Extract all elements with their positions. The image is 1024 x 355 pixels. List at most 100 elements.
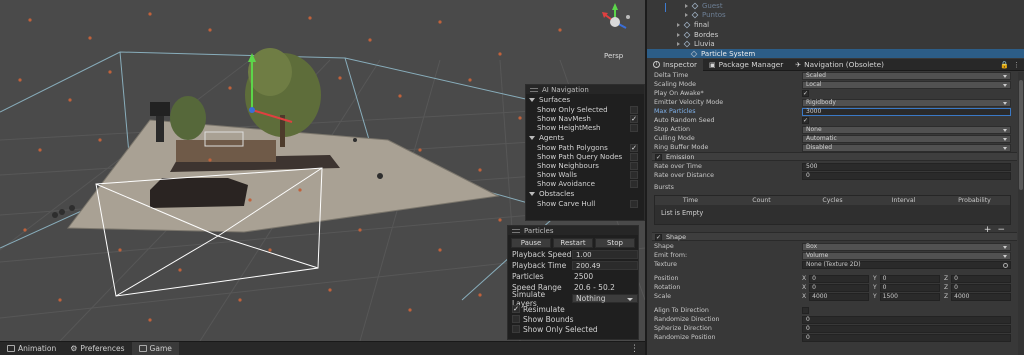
resimulate-option[interactable]: ✓ Resimulate xyxy=(508,304,638,314)
show-navmesh-option[interactable]: Show NavMesh ✓ xyxy=(526,114,644,123)
rotation-z-field[interactable]: 0 xyxy=(951,284,1011,292)
hierarchy-item[interactable]: Guest xyxy=(685,1,723,10)
restart-button[interactable]: Restart xyxy=(553,238,593,248)
hierarchy-item[interactable]: final xyxy=(677,20,709,29)
section-obstacles[interactable]: Obstacles xyxy=(526,188,644,199)
culling-mode-dropdown[interactable]: Automatic xyxy=(802,135,1011,143)
expand-arrow-icon[interactable] xyxy=(685,3,688,8)
emission-module-header[interactable]: ✓ Emission xyxy=(652,152,1017,161)
scale-y-field[interactable]: 1500 xyxy=(879,293,940,301)
emission-enabled-checkbox[interactable]: ✓ xyxy=(655,154,662,161)
show-path-query-nodes-option[interactable]: Show Path Query Nodes xyxy=(526,152,644,161)
delta-time-dropdown[interactable]: Scaled xyxy=(802,72,1011,80)
show-bounds-option[interactable]: Show Bounds xyxy=(508,314,638,324)
expand-arrow-icon[interactable] xyxy=(685,12,688,17)
simulate-layers-dropdown[interactable]: Nothing xyxy=(572,294,638,303)
scale-z-field[interactable]: 4000 xyxy=(951,293,1011,301)
play-on-awake-checkbox[interactable]: ✓ xyxy=(802,90,809,97)
section-agents[interactable]: Agents xyxy=(526,132,644,143)
stop-button[interactable]: Stop xyxy=(595,238,635,248)
hierarchy-item-selected[interactable]: Particle System xyxy=(647,49,1024,58)
stop-action-dropdown[interactable]: None xyxy=(802,126,1011,134)
checkbox-checked[interactable]: ✓ xyxy=(512,305,520,313)
randomize-direction-field[interactable]: 0 xyxy=(802,316,1011,324)
rate-over-distance-field[interactable]: 0 xyxy=(802,172,1011,180)
rotation-x-field[interactable]: 0 xyxy=(809,284,869,292)
ring-buffer-mode-row: Ring Buffer Mode Disabled xyxy=(653,144,1017,152)
checkbox[interactable] xyxy=(630,162,638,170)
show-avoidance-option[interactable]: Show Avoidance xyxy=(526,179,644,188)
scale-x-field[interactable]: 4000 xyxy=(809,293,869,301)
checkbox[interactable] xyxy=(630,200,638,208)
texture-field[interactable]: None (Texture 2D) xyxy=(802,261,1011,269)
ring-buffer-mode-dropdown[interactable]: Disabled xyxy=(802,144,1011,152)
emit-from-dropdown[interactable]: Volume xyxy=(802,252,1011,260)
checkbox-checked[interactable]: ✓ xyxy=(630,115,638,123)
position-z-field[interactable]: 0 xyxy=(951,275,1011,283)
more-options-icon[interactable]: ⋮ xyxy=(1013,61,1020,69)
section-surfaces[interactable]: Surfaces xyxy=(526,94,644,105)
checkbox[interactable] xyxy=(630,171,638,179)
show-heightmesh-option[interactable]: Show HeightMesh xyxy=(526,123,644,132)
scene-view[interactable]: Persp AI Navigation Surfaces Show Only S… xyxy=(0,0,645,341)
more-options-icon[interactable]: ⋮ xyxy=(630,344,639,354)
tab-preferences[interactable]: ⚙ Preferences xyxy=(63,342,131,355)
checkbox[interactable] xyxy=(512,315,520,323)
scrollbar-thumb[interactable] xyxy=(1019,80,1023,190)
tab-navigation[interactable]: ✈ Navigation (Obsolete) xyxy=(789,59,890,71)
tab-package-manager[interactable]: ▣ Package Manager xyxy=(703,59,789,71)
show-walls-option[interactable]: Show Walls xyxy=(526,170,644,179)
field-label: Scale xyxy=(654,293,671,300)
max-particles-field[interactable]: 3000 xyxy=(802,108,1011,116)
checkbox[interactable] xyxy=(630,180,638,188)
shape-module-header[interactable]: ✓ Shape xyxy=(652,232,1017,241)
hierarchy-item[interactable]: Lluvia xyxy=(677,39,715,48)
drag-handle-icon[interactable] xyxy=(512,228,520,233)
particles-title-bar[interactable]: Particles xyxy=(508,226,638,235)
expand-arrow-icon[interactable] xyxy=(677,22,680,27)
rotation-y-field[interactable]: 0 xyxy=(879,284,940,292)
hierarchy-item[interactable]: Puntos xyxy=(685,10,726,19)
particle-controls: Pause Restart Stop xyxy=(508,235,638,249)
show-carve-hull-option[interactable]: Show Carve Hull xyxy=(526,199,644,208)
module-title: Shape xyxy=(666,233,687,241)
lock-icon[interactable]: 🔒 xyxy=(1000,61,1009,69)
expand-arrow-icon[interactable] xyxy=(677,41,680,46)
playback-speed-field[interactable]: 1.00 xyxy=(572,250,638,259)
checkbox[interactable] xyxy=(630,153,638,161)
spherize-direction-field[interactable]: 0 xyxy=(802,325,1011,333)
auto-random-seed-checkbox[interactable]: ✓ xyxy=(802,117,809,124)
scaling-mode-dropdown[interactable]: Local xyxy=(802,81,1011,89)
field-label: Stop Action xyxy=(654,126,691,133)
tab-animation[interactable]: Animation xyxy=(0,342,63,355)
checkbox-checked[interactable]: ✓ xyxy=(630,144,638,152)
shape-enabled-checkbox[interactable]: ✓ xyxy=(655,234,662,241)
checkbox[interactable] xyxy=(630,106,638,114)
show-only-selected-particles-option[interactable]: Show Only Selected xyxy=(508,324,638,334)
checkbox[interactable] xyxy=(512,325,520,333)
rate-over-time-field[interactable]: 500 xyxy=(802,163,1011,171)
align-to-direction-checkbox[interactable] xyxy=(802,307,809,314)
show-only-selected-option[interactable]: Show Only Selected xyxy=(526,105,644,114)
show-neighbours-option[interactable]: Show Neighbours xyxy=(526,161,644,170)
expand-arrow-icon[interactable] xyxy=(677,32,680,37)
drag-handle-icon[interactable] xyxy=(530,87,538,92)
tab-game[interactable]: Game xyxy=(131,341,179,355)
tab-inspector[interactable]: i Inspector xyxy=(647,58,704,71)
particles-count-row: Particles 2500 xyxy=(508,271,638,282)
position-x-field[interactable]: 0 xyxy=(809,275,869,283)
playback-time-field[interactable]: 200.49 xyxy=(572,261,638,270)
object-picker-icon[interactable] xyxy=(1003,263,1008,268)
show-path-polygons-option[interactable]: Show Path Polygons ✓ xyxy=(526,143,644,152)
pause-button[interactable]: Pause xyxy=(511,238,551,248)
inspector-scrollbar[interactable] xyxy=(1018,72,1024,355)
ai-navigation-title-bar[interactable]: AI Navigation xyxy=(526,85,644,94)
checkbox[interactable] xyxy=(630,124,638,132)
hierarchy-item[interactable]: Bordes xyxy=(677,30,718,39)
gameobject-icon xyxy=(683,21,691,28)
view-mode-label[interactable]: Persp xyxy=(604,52,623,60)
randomize-position-field[interactable]: 0 xyxy=(802,334,1011,342)
shape-dropdown[interactable]: Box xyxy=(802,243,1011,251)
emitter-velocity-mode-dropdown[interactable]: Rigidbody xyxy=(802,99,1011,107)
position-y-field[interactable]: 0 xyxy=(879,275,940,283)
